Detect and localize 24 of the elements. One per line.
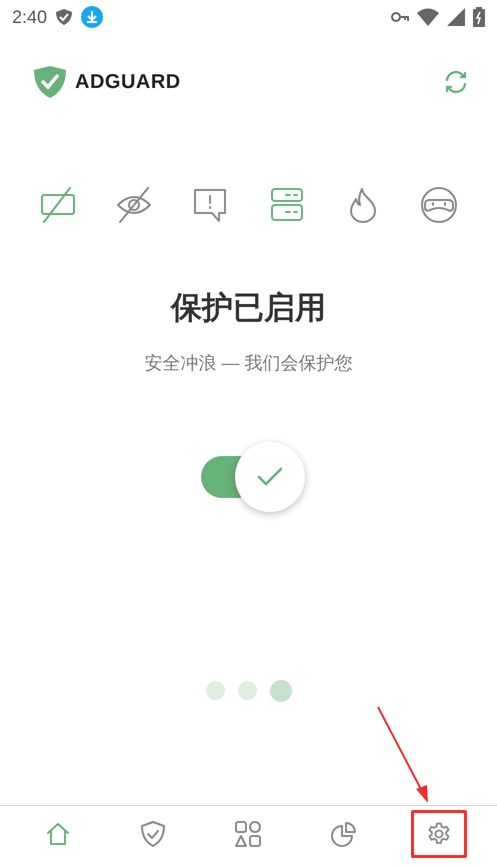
protection-switch[interactable] xyxy=(200,440,304,512)
key-icon xyxy=(391,11,409,23)
check-icon xyxy=(256,466,282,486)
download-icon xyxy=(81,6,104,28)
crossed-eye-icon xyxy=(116,187,152,223)
switch-track xyxy=(200,456,240,498)
status-title: 保护已启用 xyxy=(169,289,327,327)
status-subtitle: 安全冲浪 — 我们会保护您 xyxy=(143,352,354,374)
shield-check-icon xyxy=(55,8,74,26)
logo-text: ADGUARD xyxy=(75,70,181,95)
battery-icon xyxy=(473,7,485,27)
ninja-face-icon xyxy=(420,186,458,224)
nav-tab[interactable] xyxy=(411,810,468,858)
crossed-rectangle-icon xyxy=(40,187,76,223)
home-icon xyxy=(44,820,71,846)
signal-icon xyxy=(447,8,465,26)
speech-bubble-alert-icon xyxy=(192,187,228,223)
wifi-icon xyxy=(417,8,439,26)
shield-check-icon xyxy=(139,820,168,848)
shapes-icon xyxy=(234,820,262,848)
status-time: 2:40 xyxy=(12,6,48,28)
server-icon xyxy=(268,187,305,223)
shield-check-logo-icon xyxy=(33,65,67,99)
pie-chart-icon xyxy=(330,820,357,846)
